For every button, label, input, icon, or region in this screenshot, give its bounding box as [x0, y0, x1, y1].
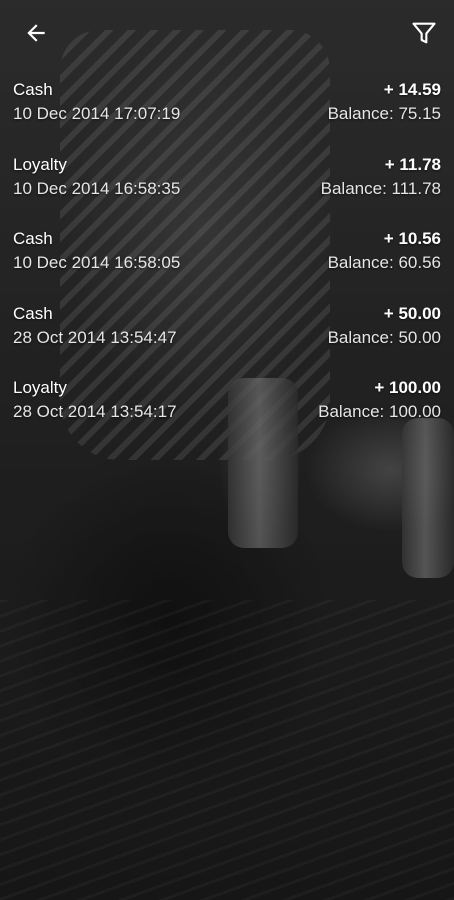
transaction-datetime: 10 Dec 2014 16:58:35: [13, 178, 181, 198]
transaction-row[interactable]: Cash + 14.59 10 Dec 2014 17:07:19 Balanc…: [0, 78, 454, 153]
transaction-row[interactable]: Cash + 10.56 10 Dec 2014 16:58:05 Balanc…: [0, 227, 454, 302]
transaction-balance: Balance: 111.78: [320, 178, 441, 198]
transaction-main-line: Cash + 50.00: [13, 302, 441, 326]
transaction-row[interactable]: Loyalty + 11.78 10 Dec 2014 16:58:35 Bal…: [0, 153, 454, 228]
transaction-type: Cash: [13, 80, 53, 99]
transaction-datetime: 28 Oct 2014 13:54:47: [13, 327, 177, 347]
transaction-list: Cash + 14.59 10 Dec 2014 17:07:19 Balanc…: [0, 78, 454, 451]
transaction-row[interactable]: Loyalty + 100.00 28 Oct 2014 13:54:17 Ba…: [0, 376, 454, 451]
arrow-left-icon: [27, 24, 45, 42]
back-button[interactable]: [16, 13, 56, 53]
transaction-amount: + 14.59: [383, 80, 441, 99]
transaction-main-line: Cash + 14.59: [13, 78, 441, 102]
transaction-balance: Balance: 60.56: [327, 253, 441, 272]
transaction-sub-line: 28 Oct 2014 13:54:47 Balance: 50.00: [13, 326, 441, 350]
transaction-main-line: Cash + 10.56: [13, 227, 441, 251]
transaction-type: Cash: [13, 303, 53, 323]
top-bar: [0, 0, 454, 66]
transaction-type: Loyalty: [13, 378, 67, 397]
transaction-sub-line: 28 Oct 2014 13:54:17 Balance: 100.00: [13, 400, 441, 424]
transaction-balance: Balance: 100.00: [318, 402, 441, 421]
transaction-amount: + 11.78: [384, 154, 441, 174]
transaction-datetime: 10 Dec 2014 16:58:05: [13, 253, 181, 272]
transaction-balance: Balance: 75.15: [327, 104, 441, 123]
transaction-type: Loyalty: [13, 154, 67, 174]
filter-button[interactable]: [404, 13, 444, 53]
transaction-datetime: 28 Oct 2014 13:54:17: [13, 402, 177, 421]
transaction-sub-line: 10 Dec 2014 16:58:35 Balance: 111.78: [13, 177, 441, 201]
transaction-sub-line: 10 Dec 2014 16:58:05 Balance: 60.56: [13, 251, 441, 275]
transaction-amount: + 10.56: [383, 229, 441, 248]
transaction-amount: + 100.00: [374, 378, 441, 397]
transaction-main-line: Loyalty + 11.78: [13, 153, 441, 177]
transaction-datetime: 10 Dec 2014 17:07:19: [13, 104, 181, 123]
transaction-balance: Balance: 50.00: [327, 327, 441, 347]
transaction-row[interactable]: Cash + 50.00 28 Oct 2014 13:54:47 Balanc…: [0, 302, 454, 377]
transaction-type: Cash: [13, 229, 53, 248]
transaction-amount: + 50.00: [383, 303, 441, 323]
filter-icon: [412, 22, 436, 44]
transaction-main-line: Loyalty + 100.00: [13, 376, 441, 400]
transaction-sub-line: 10 Dec 2014 17:07:19 Balance: 75.15: [13, 102, 441, 126]
